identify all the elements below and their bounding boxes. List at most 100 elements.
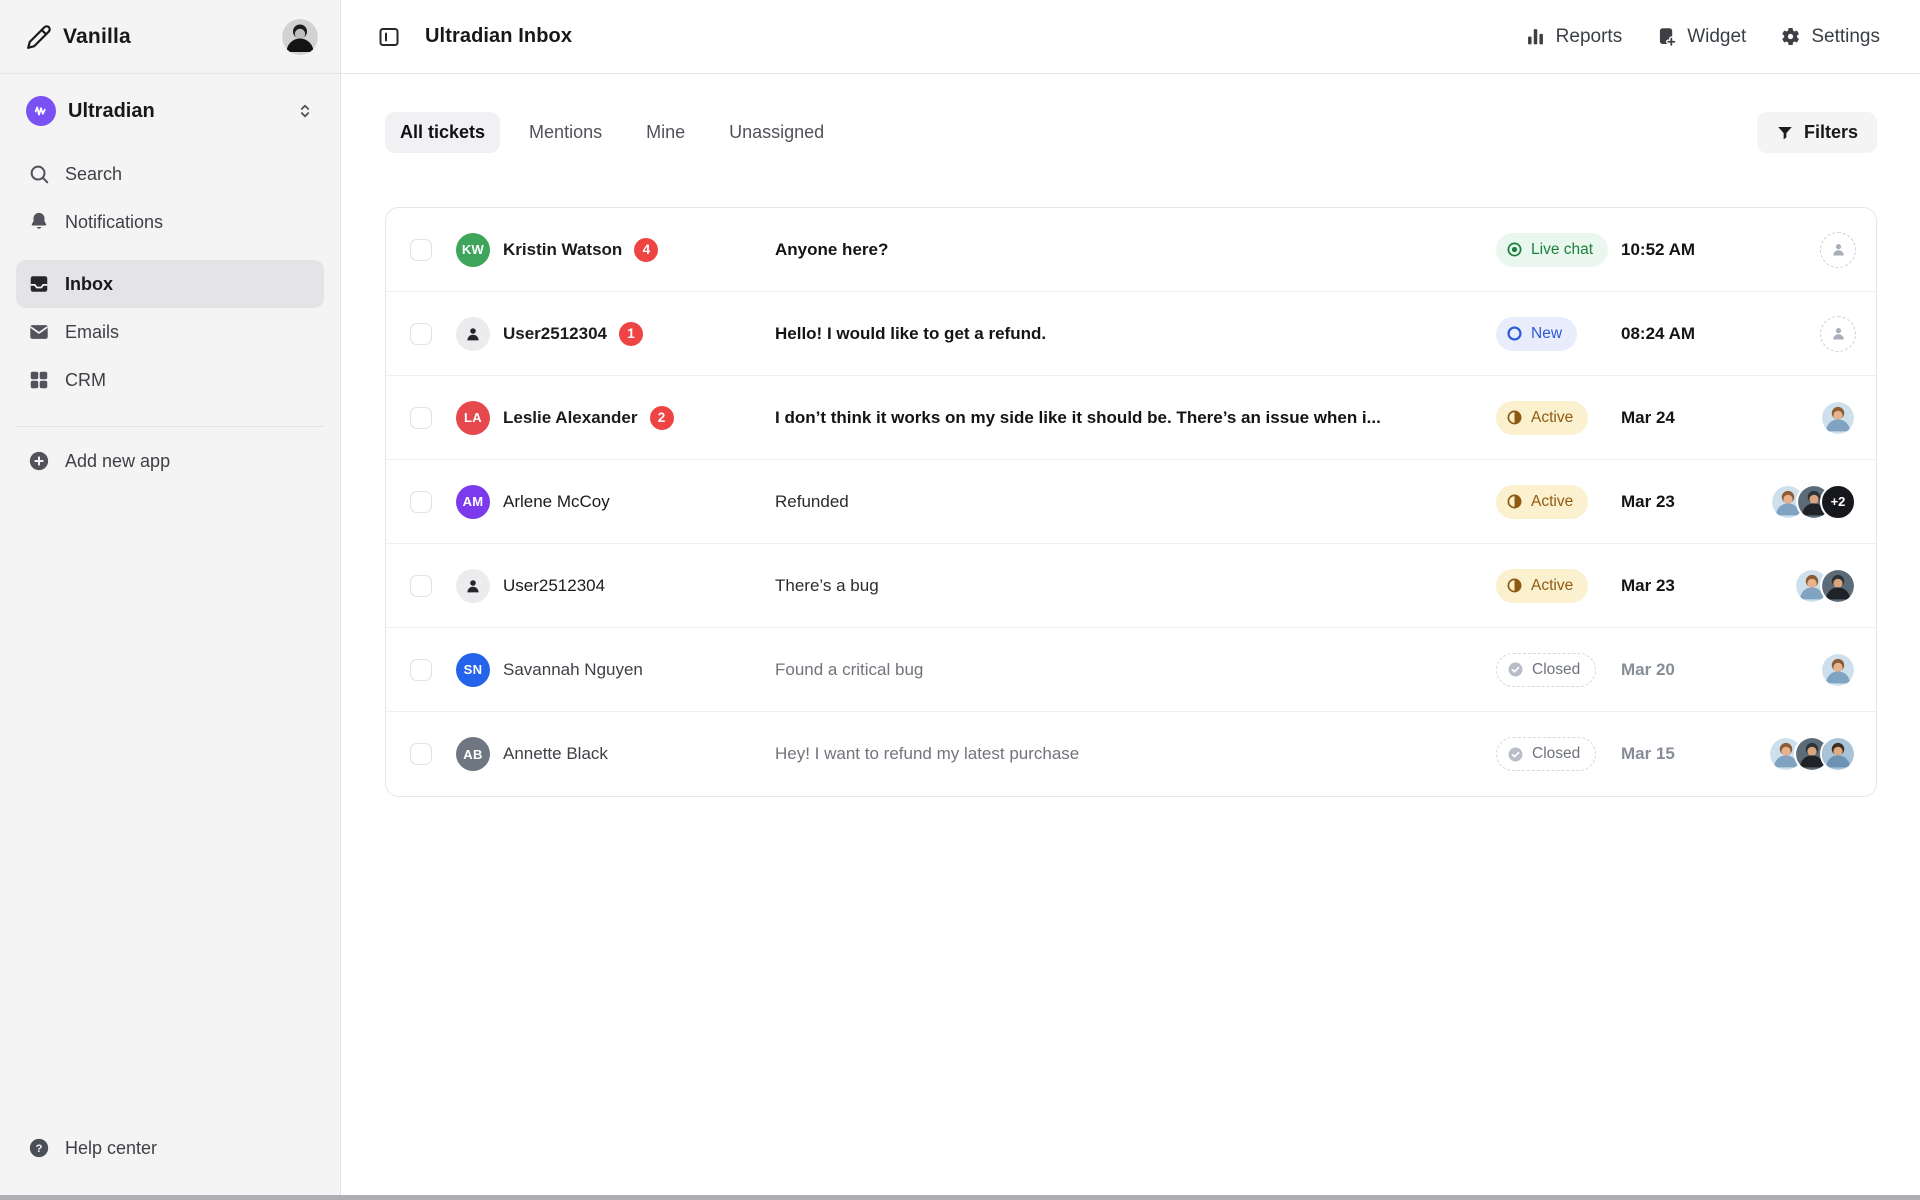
ticket-checkbox[interactable]: [410, 491, 432, 513]
content: All tickets Mentions Mine Unassigned Filter…: [341, 74, 1920, 797]
contact-person-icon: [456, 317, 490, 351]
tab-unassigned[interactable]: Unassigned: [714, 112, 839, 153]
assignee-photo-avatar: [1820, 652, 1856, 688]
ticket-checkbox[interactable]: [410, 407, 432, 429]
sidebar-header: Vanilla: [0, 0, 340, 74]
main-header: Ultradian Inbox ReportsWidgetSettings: [341, 0, 1920, 74]
ticket-row[interactable]: LALeslie Alexander2I don’t think it work…: [386, 376, 1876, 460]
inbox-icon: [28, 273, 50, 295]
sidebar-item-label: Inbox: [65, 274, 113, 295]
status-closed-icon: [1507, 661, 1524, 678]
status-label: New: [1531, 325, 1562, 343]
app-root: Vanilla Ultradian SearchNotifications Inb…: [0, 0, 1920, 1200]
contact-avatar: LA: [456, 401, 490, 435]
tab-mine[interactable]: Mine: [631, 112, 700, 153]
header-action-label: Reports: [1556, 26, 1623, 48]
ticket-checkbox[interactable]: [410, 323, 432, 345]
contact-avatar: SN: [456, 653, 490, 687]
status-active-icon: [1506, 493, 1523, 510]
status-cell: Closed: [1496, 653, 1621, 687]
contact-avatar: KW: [456, 233, 490, 267]
ticket-message: Hello! I would like to get a refund.: [775, 324, 1496, 344]
sidebar: Vanilla Ultradian SearchNotifications Inb…: [0, 0, 341, 1200]
sidebar-item-crm[interactable]: CRM: [16, 356, 324, 404]
sidebar-toggle-icon[interactable]: [377, 25, 401, 49]
contact-avatar: AB: [456, 737, 490, 771]
ticket-contact-name: Arlene McCoy: [503, 492, 610, 512]
status-cell: New: [1496, 317, 1621, 351]
user-avatar[interactable]: [282, 19, 318, 55]
sidebar-item-inbox[interactable]: Inbox: [16, 260, 324, 308]
tab-all-tickets[interactable]: All tickets: [385, 112, 500, 153]
search-icon: [28, 163, 50, 185]
status-cell: Live chat: [1496, 233, 1621, 267]
ticket-name-cell: Arlene McCoy: [503, 492, 775, 512]
status-label: Active: [1531, 493, 1573, 511]
ticket-checkbox[interactable]: [410, 659, 432, 681]
ticket-name-cell: Savannah Nguyen: [503, 660, 775, 680]
assignee-photo-avatar: [1820, 568, 1856, 604]
header-action-settings[interactable]: Settings: [1780, 26, 1880, 48]
tab-mentions[interactable]: Mentions: [514, 112, 617, 153]
ticket-checkbox[interactable]: [410, 743, 432, 765]
assignee-avatars: [1736, 568, 1856, 604]
header-action-reports[interactable]: Reports: [1525, 26, 1623, 48]
help-center-label: Help center: [65, 1138, 157, 1159]
ticket-checkbox[interactable]: [410, 575, 432, 597]
ticket-tabs: All tickets Mentions Mine Unassigned: [385, 112, 1757, 153]
ticket-name-cell: Leslie Alexander2: [503, 406, 775, 430]
help-center-button[interactable]: ? Help center: [16, 1124, 324, 1172]
add-new-app-label: Add new app: [65, 451, 170, 472]
assignee-avatars: [1736, 232, 1856, 268]
status-cell: Active: [1496, 401, 1621, 435]
status-badge-active: Active: [1496, 569, 1588, 603]
ticket-time: 10:52 AM: [1621, 240, 1736, 260]
header-action-label: Settings: [1811, 26, 1880, 48]
ticket-row[interactable]: ABAnnette BlackHey! I want to refund my …: [386, 712, 1876, 796]
add-new-app-button[interactable]: Add new app: [16, 437, 324, 485]
assignee-avatars: [1736, 736, 1856, 772]
ticket-contact-name: User2512304: [503, 324, 607, 344]
ticket-contact-name: Kristin Watson: [503, 240, 622, 260]
brand-name: Vanilla: [63, 25, 282, 49]
status-label: Closed: [1532, 661, 1580, 679]
sidebar-item-notifications[interactable]: Notifications: [16, 198, 324, 246]
ticket-message: There’s a bug: [775, 576, 1496, 596]
ticket-contact-name: Savannah Nguyen: [503, 660, 643, 680]
ticket-row[interactable]: AMArlene McCoyRefundedActiveMar 23+2: [386, 460, 1876, 544]
header-action-widget[interactable]: Widget: [1656, 26, 1746, 48]
nav-group-gap: [16, 246, 324, 260]
contact-avatar: AM: [456, 485, 490, 519]
status-new-icon: [1506, 325, 1523, 342]
ticket-row[interactable]: User25123041Hello! I would like to get a…: [386, 292, 1876, 376]
ticket-time: Mar 15: [1621, 744, 1736, 764]
bar-chart-icon: [1525, 26, 1546, 47]
contact-person-icon: [456, 569, 490, 603]
ticket-row[interactable]: User2512304There’s a bugActiveMar 23: [386, 544, 1876, 628]
ticket-checkbox[interactable]: [410, 239, 432, 261]
unassigned-avatar-icon: [1820, 232, 1856, 268]
plus-circle-icon: [28, 450, 50, 472]
status-label: Active: [1531, 577, 1573, 595]
ticket-message: Refunded: [775, 492, 1496, 512]
ticket-contact-name: Leslie Alexander: [503, 408, 638, 428]
assignee-avatars: [1736, 316, 1856, 352]
chevron-up-down-icon: [296, 102, 314, 120]
status-badge-active: Active: [1496, 485, 1588, 519]
ticket-row[interactable]: SNSavannah NguyenFound a critical bugClo…: [386, 628, 1876, 712]
unassigned-avatar-icon: [1820, 316, 1856, 352]
question-circle-icon: ?: [28, 1137, 50, 1159]
workspace-switcher[interactable]: Ultradian: [16, 92, 324, 130]
sidebar-item-search[interactable]: Search: [16, 150, 324, 198]
header-actions: Reports Widget Settings: [1525, 26, 1880, 48]
filters-button[interactable]: Filters: [1757, 112, 1877, 153]
sidebar-nav: SearchNotifications Inbox EmailsCRM: [0, 150, 340, 404]
ticket-row[interactable]: KWKristin Watson4Anyone here?Live chat10…: [386, 208, 1876, 292]
ticket-list: KWKristin Watson4Anyone here?Live chat10…: [385, 207, 1877, 797]
sidebar-item-emails[interactable]: Emails: [16, 308, 324, 356]
status-label: Closed: [1532, 745, 1580, 763]
ticket-name-cell: Kristin Watson4: [503, 238, 775, 262]
grid-icon: [28, 369, 50, 391]
assignee-photo-avatar: [1820, 736, 1856, 772]
filters-label: Filters: [1804, 122, 1858, 143]
